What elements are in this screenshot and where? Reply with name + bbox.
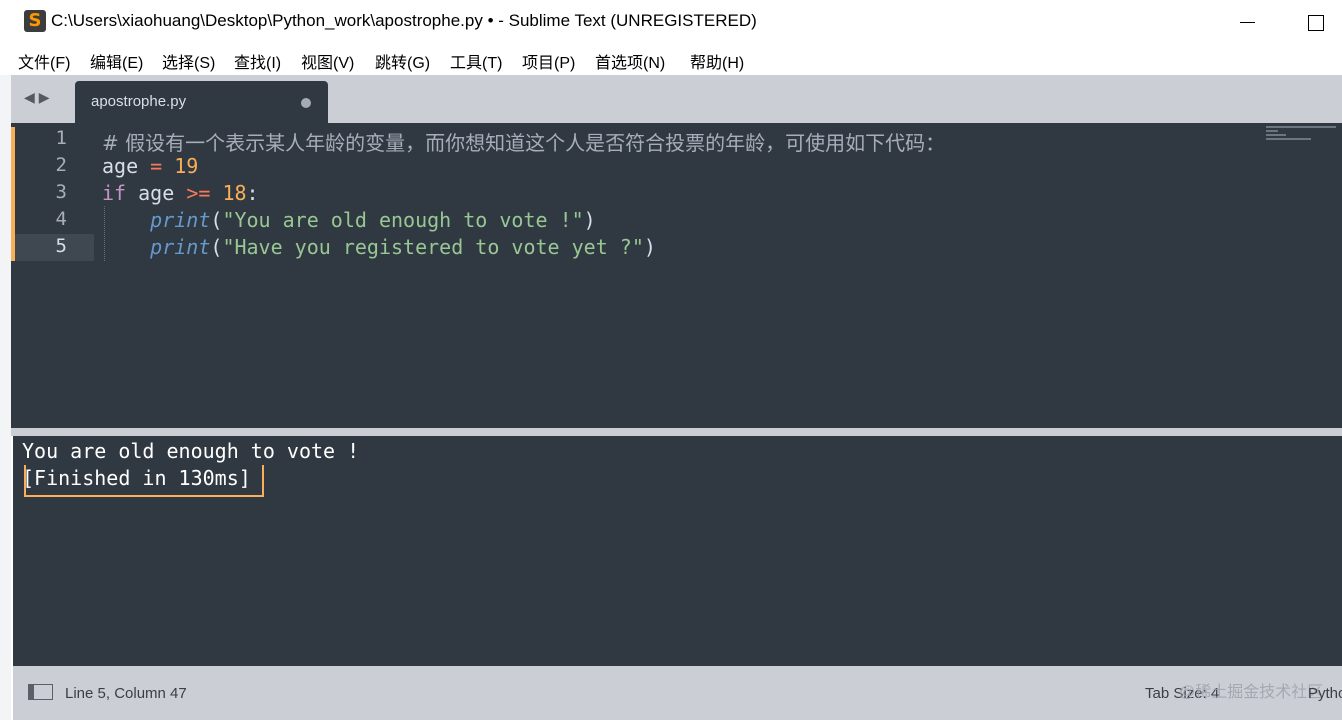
line-number: 4 [55,208,67,230]
status-bar: Line 5, Column 47 Tab Size: 4 @稀土掘金技术社区 … [13,666,1342,720]
selection-caret [24,465,264,497]
window-title: C:\Users\xiaohuang\Desktop\Python_work\a… [51,11,757,30]
code-token: age [102,154,151,178]
line-number: 2 [55,154,67,176]
line-number-active: 5 [55,235,67,257]
code-token: ) [643,235,656,259]
code-token: print [150,208,211,232]
menu-bar: 文件(F) 编辑(E) 选择(S) 查找(I) 视图(V) 跳转(G) 工具(T… [0,44,1342,75]
code-token: if [102,181,127,205]
menu-selection[interactable]: 选择(S) [162,49,215,73]
menu-help[interactable]: 帮助(H) [690,49,744,73]
panel-divider[interactable] [11,428,1342,436]
menu-project[interactable]: 项目(P) [522,49,575,73]
build-output-panel[interactable]: You are old enough to vote ! [Finished i… [13,436,1342,666]
code-token: : [246,181,259,205]
menu-goto[interactable]: 跳转(G) [375,49,430,73]
code-line[interactable]: if age >= 18: [102,181,259,205]
menu-tools[interactable]: 工具(T) [450,49,502,73]
minimize-icon[interactable] [1232,8,1262,36]
code-line[interactable]: print("Have you registered to vote yet ?… [102,235,656,259]
title-bar: S C:\Users\xiaohuang\Desktop\Python_work… [0,0,1342,44]
code-token: print [150,235,211,259]
menu-preferences[interactable]: 首选项(N) [595,49,665,73]
minimap[interactable] [1266,126,1342,144]
tab-nav-arrows-icon[interactable]: ◀▶ [24,90,54,106]
tab-bar: ◀▶ apostrophe.py [11,75,1342,123]
code-token: = [150,154,163,178]
output-line: You are old enough to vote ! [22,439,360,463]
code-line[interactable]: age = 19 [102,154,198,178]
code-line[interactable]: # 假设有一个表示某人年龄的变量，而你想知道这个人是否符合投票的年龄，可使用如下… [102,127,945,156]
code-token: "You are old enough to vote !" [222,208,584,232]
panel-toggle-icon[interactable] [28,684,53,700]
tab-apostrophe-py[interactable]: apostrophe.py [75,81,328,123]
menu-find[interactable]: 查找(I) [234,49,281,73]
line-number: 1 [55,127,67,149]
code-editor[interactable]: 1 2 3 4 5 # 假设有一个表示某人年龄的变量，而你想知道这个人是否符合投… [11,123,1342,428]
code-token: ( [210,235,223,259]
unsaved-dot-icon[interactable] [301,98,311,108]
line-number-gutter: 1 2 3 4 5 [15,123,94,428]
maximize-icon[interactable] [1300,8,1330,36]
code-token: # 假设有一个表示某人年龄的变量，而你想知道这个人是否符合投票的年龄，可使用如下… [102,131,946,155]
sublime-app-icon: S [24,10,46,32]
code-token: >= [186,181,211,205]
syntax-indicator[interactable]: Python [1308,685,1342,702]
code-token: 18 [222,181,247,205]
code-token: 19 [174,154,199,178]
watermark: @稀土掘金技术社区 [1179,684,1324,701]
left-edge [0,75,11,720]
menu-file[interactable]: 文件(F) [18,49,70,73]
code-token: ) [583,208,596,232]
menu-edit[interactable]: 编辑(E) [90,49,143,73]
tab-label: apostrophe.py [91,93,187,110]
cursor-position: Line 5, Column 47 [65,685,187,702]
code-token: ( [210,208,223,232]
code-line[interactable]: print("You are old enough to vote !") [102,208,596,232]
menu-view[interactable]: 视图(V) [301,49,354,73]
line-number: 3 [55,181,67,203]
code-token: "Have you registered to vote yet ?" [222,235,644,259]
code-token: age [126,181,187,205]
